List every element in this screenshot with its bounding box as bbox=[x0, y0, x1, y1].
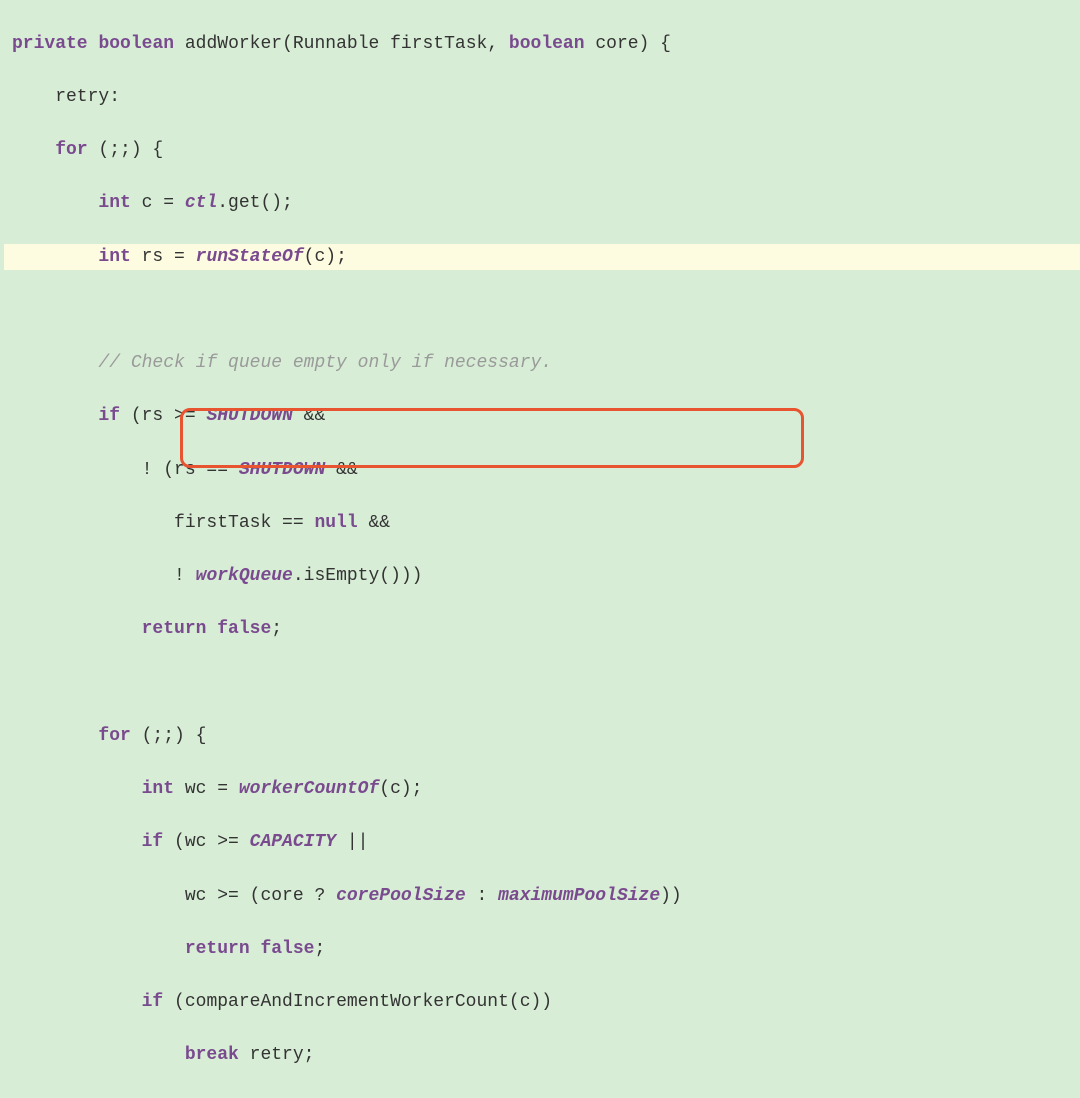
code-line: if (compareAndIncrementWorkerCount(c)) bbox=[4, 989, 1080, 1016]
keyword: int bbox=[142, 779, 174, 799]
keyword: return false bbox=[185, 939, 315, 959]
code-line: for (;;) { bbox=[4, 137, 1080, 164]
keyword: return false bbox=[142, 619, 272, 639]
keyword: if bbox=[142, 832, 164, 852]
keyword: private bbox=[12, 34, 88, 54]
code-line bbox=[4, 670, 1080, 697]
comment: // Check if queue empty only if necessar… bbox=[98, 353, 552, 373]
code-line: if (rs >= SHUTDOWN && bbox=[4, 403, 1080, 430]
code-line: for (;;) { bbox=[4, 723, 1080, 750]
code-block: private boolean addWorker(Runnable first… bbox=[0, 0, 1080, 1098]
keyword: boolean bbox=[98, 34, 174, 54]
code-line: ! (rs == SHUTDOWN && bbox=[4, 457, 1080, 484]
code-line: int c = ctl.get(); bbox=[4, 190, 1080, 217]
keyword: int bbox=[98, 193, 130, 213]
code-line bbox=[4, 297, 1080, 324]
code-line: ! workQueue.isEmpty())) bbox=[4, 563, 1080, 590]
code-line-highlight: int rs = runStateOf(c); bbox=[4, 244, 1080, 271]
code-line: retry: bbox=[4, 84, 1080, 111]
code-line: private boolean addWorker(Runnable first… bbox=[4, 31, 1080, 58]
keyword: if bbox=[98, 406, 120, 426]
code-line: break retry; bbox=[4, 1042, 1080, 1069]
method: workerCountOf bbox=[239, 779, 379, 799]
code-line: return false; bbox=[4, 936, 1080, 963]
keyword: break bbox=[185, 1045, 239, 1065]
field: maximumPoolSize bbox=[498, 886, 660, 906]
code-line: c = ctl.get(); // Re-read ctl bbox=[4, 1096, 1080, 1098]
code-line: if (wc >= CAPACITY || bbox=[4, 829, 1080, 856]
method: runStateOf bbox=[196, 247, 304, 267]
code-line: wc >= (core ? corePoolSize : maximumPool… bbox=[4, 883, 1080, 910]
keyword: null bbox=[314, 513, 357, 533]
keyword: boolean bbox=[509, 34, 585, 54]
code-container: private boolean addWorker(Runnable first… bbox=[0, 0, 1080, 1098]
constant: SHUTDOWN bbox=[239, 460, 325, 480]
keyword: if bbox=[142, 992, 164, 1012]
keyword: int bbox=[98, 247, 130, 267]
constant: SHUTDOWN bbox=[206, 406, 292, 426]
field: corePoolSize bbox=[336, 886, 466, 906]
code-line: return false; bbox=[4, 616, 1080, 643]
keyword: for bbox=[55, 140, 87, 160]
code-line: // Check if queue empty only if necessar… bbox=[4, 350, 1080, 377]
field: ctl bbox=[185, 193, 217, 213]
code-line: int wc = workerCountOf(c); bbox=[4, 776, 1080, 803]
code-line: firstTask == null && bbox=[4, 510, 1080, 537]
keyword: for bbox=[98, 726, 130, 746]
field: workQueue bbox=[196, 566, 293, 586]
constant: CAPACITY bbox=[250, 832, 336, 852]
